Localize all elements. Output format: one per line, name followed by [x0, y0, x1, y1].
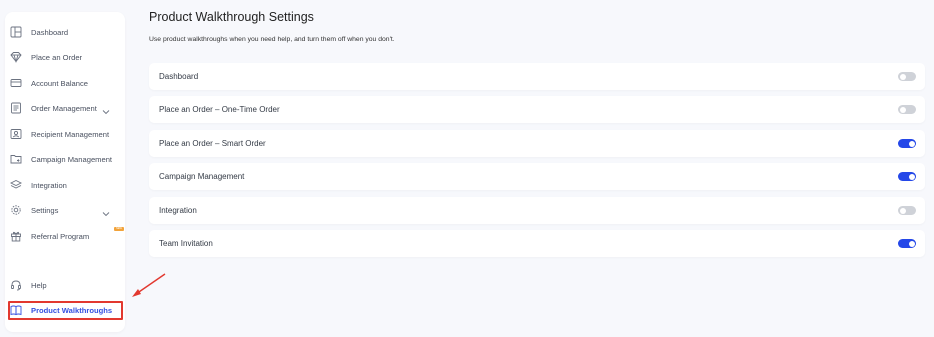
sidebar-item-label: Settings [31, 205, 59, 215]
new-badge: NEW [114, 227, 124, 231]
sidebar-item-settings[interactable]: Settings [6, 200, 114, 220]
toggle-smart-order[interactable] [898, 139, 916, 148]
sidebar-item-help[interactable]: Help [6, 275, 114, 295]
sidebar-item-label: Referral Program [31, 231, 90, 241]
card-icon [8, 75, 24, 91]
sidebar-item-recipient-management[interactable]: Recipient Management [6, 124, 114, 144]
setting-label: Team Invitation [159, 239, 213, 248]
sidebar-item-label: Order Management [31, 103, 97, 113]
sidebar-item-label: Dashboard [31, 27, 69, 37]
highlight-box [8, 301, 123, 320]
toggle-knob [899, 73, 906, 80]
headset-icon [8, 277, 24, 293]
setting-row-dashboard: Dashboard [149, 63, 925, 90]
sidebar-item-referral-program[interactable]: Referral Program [6, 226, 114, 246]
setting-row-smart-order: Place an Order – Smart Order [149, 130, 925, 157]
sidebar-item-label: Integration [31, 180, 67, 190]
sidebar-item-account-balance[interactable]: Account Balance [6, 73, 114, 93]
toggle-team-invitation[interactable] [898, 239, 916, 248]
toggle-knob [899, 207, 906, 214]
toggle-campaign-management[interactable] [898, 172, 916, 181]
sidebar-item-campaign-management[interactable]: Campaign Management [6, 149, 114, 169]
toggle-knob [908, 173, 915, 180]
setting-label: Place an Order – Smart Order [159, 139, 266, 148]
setting-label: Integration [159, 206, 197, 215]
toggle-knob [908, 140, 915, 147]
setting-row-one-time-order: Place an Order – One-Time Order [149, 96, 925, 123]
folder-icon [8, 151, 24, 167]
toggle-knob [908, 240, 915, 247]
page-description: Use product walkthroughs when you need h… [149, 36, 395, 43]
sidebar-item-integration[interactable]: Integration [6, 175, 114, 195]
setting-row-integration: Integration [149, 197, 925, 224]
toggle-dashboard[interactable] [898, 72, 916, 81]
page-title: Product Walkthrough Settings [149, 10, 314, 24]
toggle-one-time-order[interactable] [898, 105, 916, 114]
chevron-down-icon[interactable] [102, 205, 112, 217]
sidebar-item-dashboard[interactable]: Dashboard [6, 22, 114, 42]
toggle-integration[interactable] [898, 206, 916, 215]
setting-label: Place an Order – One-Time Order [159, 105, 280, 114]
sidebar-item-label: Place an Order [31, 52, 83, 62]
layers-icon [8, 177, 24, 193]
contact-icon [8, 126, 24, 142]
sidebar-item-label: Campaign Management [31, 154, 113, 164]
toggle-knob [899, 106, 906, 113]
setting-label: Dashboard [159, 72, 199, 81]
gift-icon [8, 228, 24, 244]
list-icon [8, 100, 24, 116]
dashboard-icon [8, 24, 24, 40]
chevron-down-icon[interactable] [102, 103, 112, 115]
diamond-icon [8, 49, 24, 65]
sidebar-item-label: Account Balance [31, 78, 88, 88]
annotation-arrow-icon [132, 273, 166, 297]
sidebar-item-label: Help [31, 280, 47, 290]
sidebar-item-place-order[interactable]: Place an Order [6, 47, 114, 67]
setting-row-team-invitation: Team Invitation [149, 230, 925, 257]
sidebar-item-order-management[interactable]: Order Management [6, 98, 114, 118]
setting-label: Campaign Management [159, 172, 245, 181]
gear-icon [8, 202, 24, 218]
sidebar-item-label: Recipient Management [31, 129, 110, 139]
setting-row-campaign-management: Campaign Management [149, 163, 925, 190]
